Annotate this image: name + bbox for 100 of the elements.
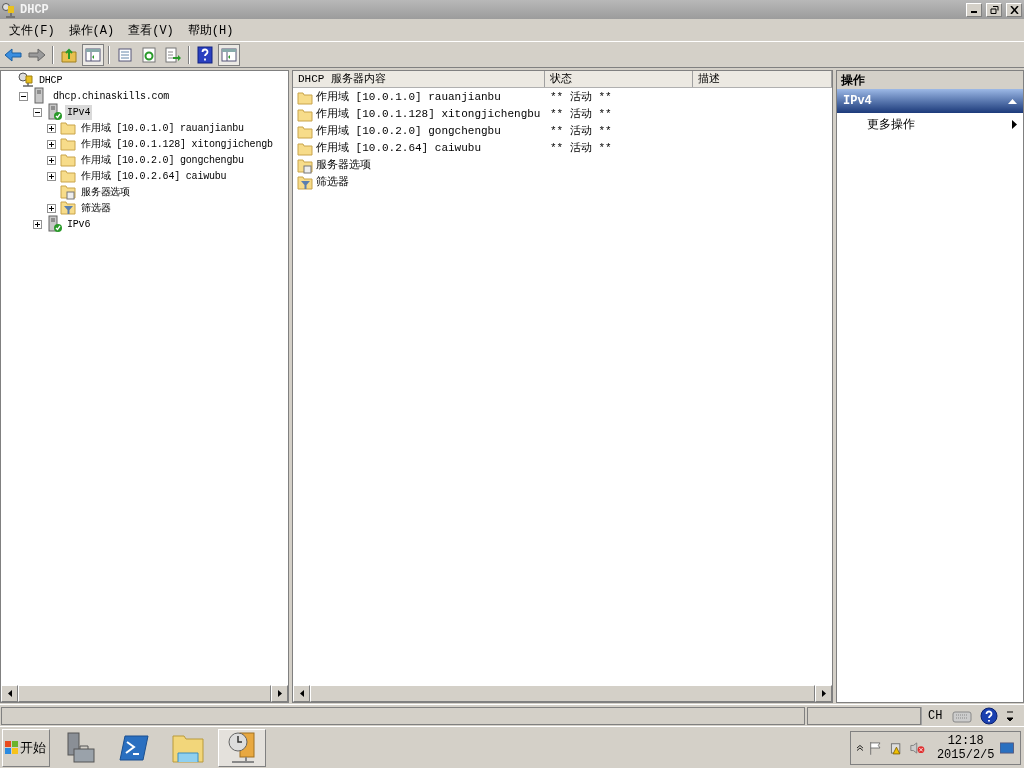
scrollbar-thumb[interactable] [310, 685, 815, 702]
back-arrow-icon [4, 46, 22, 63]
pane-icon [221, 46, 237, 63]
speaker-muted-icon[interactable] [909, 739, 925, 756]
right-triangle-icon [1012, 119, 1017, 129]
dhcp-icon [2, 1, 16, 18]
tree-item[interactable]: 作用域 [10.0.2.64] caiwubu [79, 168, 229, 184]
export-list-icon [165, 46, 181, 63]
expand-toggle[interactable] [47, 139, 56, 149]
clock-date[interactable]: 2015/2/5 [936, 747, 995, 762]
collapse-toggle[interactable] [19, 91, 28, 101]
tree-item[interactable]: DHCP [37, 72, 65, 88]
dhcp-icon [18, 72, 34, 88]
language-indicator[interactable]: CH [921, 706, 949, 725]
filter-icon [297, 174, 313, 191]
list-item[interactable]: 作用域 [10.0.1.0] rauanjianbu [316, 89, 501, 106]
scroll-left-button[interactable] [1, 685, 18, 702]
status-cell-text: ** 活动 ** [549, 107, 612, 123]
status-cell-text: ** 活动 ** [549, 141, 612, 157]
expand-toggle[interactable] [47, 123, 56, 133]
tree-item[interactable]: 筛选器 [79, 200, 113, 216]
scrollbar-thumb[interactable] [18, 685, 271, 702]
folder-document-icon [60, 184, 76, 200]
tree-item[interactable]: 服务器选项 [79, 184, 132, 200]
restore-button[interactable] [986, 2, 1002, 17]
plus-icon [34, 220, 41, 228]
list-item[interactable]: 筛选器 [316, 174, 349, 191]
scroll-left-button[interactable] [293, 685, 310, 702]
plus-icon [48, 124, 55, 132]
actions-section-header[interactable]: IPv4 [837, 89, 1023, 113]
folder-icon [297, 141, 313, 156]
flag-icon[interactable] [868, 739, 883, 756]
minimize-button[interactable] [966, 2, 982, 17]
tree-item[interactable]: IPv4 [65, 104, 93, 120]
list-item[interactable]: 作用域 [10.0.1.128] xitongjichengbu [316, 106, 541, 123]
column-header[interactable]: 描述 [693, 71, 832, 87]
folder-icon [60, 121, 76, 135]
tree-item[interactable]: 作用域 [10.0.1.128] xitongjichengb [79, 136, 275, 152]
status-cell-text: ** 活动 ** [549, 124, 612, 140]
list-item[interactable]: 作用域 [10.0.2.64] caiwubu [316, 140, 482, 157]
folder-icon [60, 137, 76, 151]
folder-icon [60, 169, 76, 183]
close-icon [1009, 5, 1019, 14]
show-desktop-icon[interactable] [1000, 740, 1014, 755]
menu-item[interactable]: 帮助(H) [180, 20, 241, 41]
options-caret-icon[interactable] [1006, 708, 1015, 723]
close-button[interactable] [1006, 2, 1022, 17]
tree-item[interactable]: IPv6 [65, 216, 93, 232]
tree-item[interactable]: 作用域 [10.0.1.0] rauanjianbu [79, 120, 246, 136]
clock-folder-icon [226, 730, 258, 765]
list-item[interactable]: 作用域 [10.0.2.0] gongchengbu [316, 123, 501, 140]
forward-arrow-icon [28, 46, 46, 63]
folder-icon [60, 153, 76, 167]
plus-icon [48, 172, 55, 180]
right-triangle-icon [821, 690, 826, 697]
folder-icon [297, 124, 313, 139]
expand-toggle[interactable] [47, 155, 56, 165]
collapse-toggle[interactable] [33, 107, 42, 117]
folder-icon [172, 732, 204, 763]
column-header[interactable]: DHCP 服务器内容 [293, 71, 545, 87]
powershell-icon [119, 734, 149, 761]
server-toolbox-icon [65, 731, 95, 764]
toolbar-button[interactable] [194, 43, 216, 66]
expand-toggle[interactable] [33, 219, 42, 229]
help-icon[interactable] [980, 706, 999, 725]
plus-icon [48, 156, 55, 164]
refresh-icon [141, 46, 157, 63]
filter-icon [60, 200, 76, 216]
menu-item[interactable]: 查看(V) [121, 20, 181, 41]
taskbar-app-button[interactable] [218, 728, 266, 767]
plus-icon [48, 140, 55, 148]
collapse-triangle-icon [1008, 98, 1017, 104]
tree-item[interactable]: 作用域 [10.0.2.0] gongchengbu [79, 152, 246, 168]
list-item[interactable]: 服务器选项 [316, 157, 371, 174]
double-caret-icon[interactable] [857, 743, 863, 752]
clock-time[interactable]: 12:18 [947, 733, 984, 748]
pane-icon [85, 46, 101, 63]
folder-document-icon [297, 157, 313, 174]
expand-toggle[interactable] [47, 171, 56, 181]
action-item[interactable]: 更多操作 [837, 113, 1023, 135]
start-button[interactable]: 开始 [2, 728, 50, 767]
document-icon [117, 46, 133, 63]
server-check-icon [46, 215, 62, 233]
window-title: DHCP [20, 1, 49, 19]
tree-item[interactable]: dhcp.chinaskills.com [51, 88, 172, 104]
menu-item[interactable]: 文件(F) [2, 20, 62, 41]
server-check-icon [46, 103, 62, 121]
plus-icon [48, 204, 55, 212]
scroll-right-button[interactable] [271, 685, 288, 702]
folder-icon [297, 107, 313, 122]
menu-item[interactable]: 操作(A) [61, 20, 122, 41]
left-triangle-icon [7, 690, 12, 697]
scroll-right-button[interactable] [815, 685, 832, 702]
right-triangle-icon [277, 690, 282, 697]
help-icon [197, 45, 213, 64]
windows-logo-icon [5, 740, 19, 755]
column-header[interactable]: 状态 [545, 71, 693, 87]
left-triangle-icon [299, 690, 304, 697]
actions-header: 操作 [837, 71, 1023, 89]
expand-toggle[interactable] [47, 203, 56, 213]
